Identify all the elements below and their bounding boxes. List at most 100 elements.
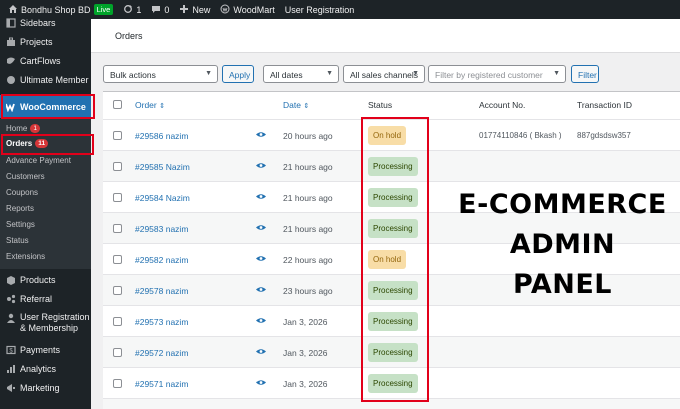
live-badge: Live [93, 4, 114, 15]
woocommerce-highlight [1, 94, 95, 119]
transaction-column-header: Transaction ID [577, 100, 632, 110]
menu-cartflows[interactable]: CartFlows [0, 54, 91, 68]
order-date: 20 hours ago [283, 131, 333, 141]
order-date: Jan 3, 2026 [283, 379, 328, 389]
row-checkbox[interactable] [113, 317, 122, 326]
row-checkbox[interactable] [113, 379, 122, 388]
preview-eye-icon[interactable] [256, 162, 266, 169]
order-column-header[interactable]: Order ⇕ [135, 100, 165, 110]
megaphone-icon [6, 383, 16, 393]
preview-eye-icon[interactable] [256, 255, 266, 262]
bulk-actions-select[interactable]: Bulk actions ▼ [103, 65, 218, 83]
filter-button[interactable]: Filter [571, 65, 599, 83]
updates-link[interactable]: 1 [123, 4, 141, 16]
page-title: Orders [115, 31, 143, 41]
order-link[interactable]: #29573 nazim [135, 317, 188, 327]
menu-analytics[interactable]: Analytics [0, 362, 91, 376]
select-all-checkbox[interactable] [113, 100, 122, 109]
row-checkbox[interactable] [113, 162, 122, 171]
chevron-down-icon: ▼ [326, 70, 333, 77]
refresh-icon [123, 4, 133, 16]
order-link[interactable]: #29586 nazim [135, 131, 188, 141]
menu-payments[interactable]: $ Payments [0, 343, 91, 357]
submenu-status[interactable]: Status [6, 236, 29, 245]
chevron-down-icon: ▼ [553, 70, 560, 77]
chevron-down-icon: ▼ [412, 70, 419, 77]
order-link[interactable]: #29584 Nazim [135, 193, 190, 203]
row-checkbox[interactable] [113, 255, 122, 264]
woodmart-label: WoodMart [233, 4, 275, 15]
menu-user-registration[interactable]: User Registration & Membership [0, 312, 91, 338]
row-checkbox[interactable] [113, 131, 122, 140]
overlay-line-1: E-COMMERCE [458, 189, 667, 220]
woodmart-icon [220, 4, 230, 16]
menu-sidebars[interactable]: Sidebars [0, 16, 91, 30]
chevron-down-icon: ▼ [205, 70, 212, 77]
user-reg-label: User Registration [20, 312, 90, 322]
page-header: Orders [91, 19, 680, 53]
order-date: 21 hours ago [283, 224, 333, 234]
dates-select[interactable]: All dates ▼ [263, 65, 339, 83]
woodmart-link[interactable]: WoodMart [220, 4, 275, 16]
row-checkbox[interactable] [113, 286, 122, 295]
users-icon [6, 75, 16, 85]
order-link[interactable]: #29582 nazim [135, 255, 188, 265]
account-number: 01774110846 ( Bkash ) [479, 131, 562, 140]
preview-eye-icon[interactable] [256, 286, 266, 293]
menu-ultimate-member[interactable]: Ultimate Member [0, 73, 91, 87]
order-link[interactable]: #29578 nazim [135, 286, 188, 296]
comments-link[interactable]: 0 [151, 4, 169, 16]
row-checkbox[interactable] [113, 193, 122, 202]
overlay-line-3: PANEL [513, 269, 612, 300]
account-column-header: Account No. [479, 100, 526, 110]
submenu-reports[interactable]: Reports [6, 204, 34, 213]
row-checkbox[interactable] [113, 224, 122, 233]
status-column-highlight [361, 117, 429, 402]
orders-highlight [1, 134, 94, 155]
preview-eye-icon[interactable] [256, 224, 266, 231]
order-date: Jan 3, 2026 [283, 317, 328, 327]
submenu-coupons[interactable]: Coupons [6, 188, 38, 197]
date-column-header[interactable]: Date ⇕ [283, 100, 309, 110]
customer-filter-select[interactable]: Filter by registered customer ▼ [428, 65, 566, 83]
row-checkbox[interactable] [113, 348, 122, 357]
menu-projects[interactable]: Projects [0, 35, 91, 49]
sort-icon: ⇕ [303, 103, 310, 110]
user-reg-label2: & Membership [20, 323, 79, 333]
order-link[interactable]: #29572 nazim [135, 348, 188, 358]
plus-icon [179, 4, 189, 16]
new-link[interactable]: New [179, 4, 210, 16]
order-date: 21 hours ago [283, 193, 333, 203]
preview-eye-icon[interactable] [256, 379, 266, 386]
preview-eye-icon[interactable] [256, 317, 266, 324]
flow-icon [6, 56, 16, 66]
preview-eye-icon[interactable] [256, 348, 266, 355]
home-badge: 1 [30, 124, 40, 133]
sidebar-icon [6, 18, 16, 28]
menu-marketing[interactable]: Marketing [0, 381, 91, 395]
order-link[interactable]: #29583 nazim [135, 224, 188, 234]
order-date: Jan 3, 2026 [283, 348, 328, 358]
box-icon [6, 275, 16, 285]
order-date: 22 hours ago [283, 255, 333, 265]
payments-icon: $ [6, 345, 16, 355]
submenu-settings[interactable]: Settings [6, 220, 35, 229]
user-registration-label: User Registration [284, 4, 355, 15]
menu-referral[interactable]: Referral [0, 292, 91, 306]
analytics-icon [6, 364, 16, 374]
apply-button[interactable]: Apply [222, 65, 254, 83]
site-link[interactable]: Bondhu Shop BD Live [8, 4, 114, 16]
preview-eye-icon[interactable] [256, 193, 266, 200]
preview-eye-icon[interactable] [256, 131, 266, 138]
submenu-extensions[interactable]: Extensions [6, 252, 45, 261]
sales-channels-select[interactable]: All sales channels ▼ [343, 65, 425, 83]
site-name: Bondhu Shop BD [21, 4, 91, 15]
overlay-line-2: ADMIN [509, 229, 616, 260]
submenu-advance-payment[interactable]: Advance Payment [6, 156, 71, 165]
submenu-home[interactable]: Home 1 [6, 124, 40, 133]
order-link[interactable]: #29571 nazim [135, 379, 188, 389]
menu-products[interactable]: Products [0, 273, 91, 287]
user-registration-link[interactable]: User Registration [285, 5, 355, 15]
submenu-customers[interactable]: Customers [6, 172, 45, 181]
order-link[interactable]: #29585 Nazim [135, 162, 190, 172]
